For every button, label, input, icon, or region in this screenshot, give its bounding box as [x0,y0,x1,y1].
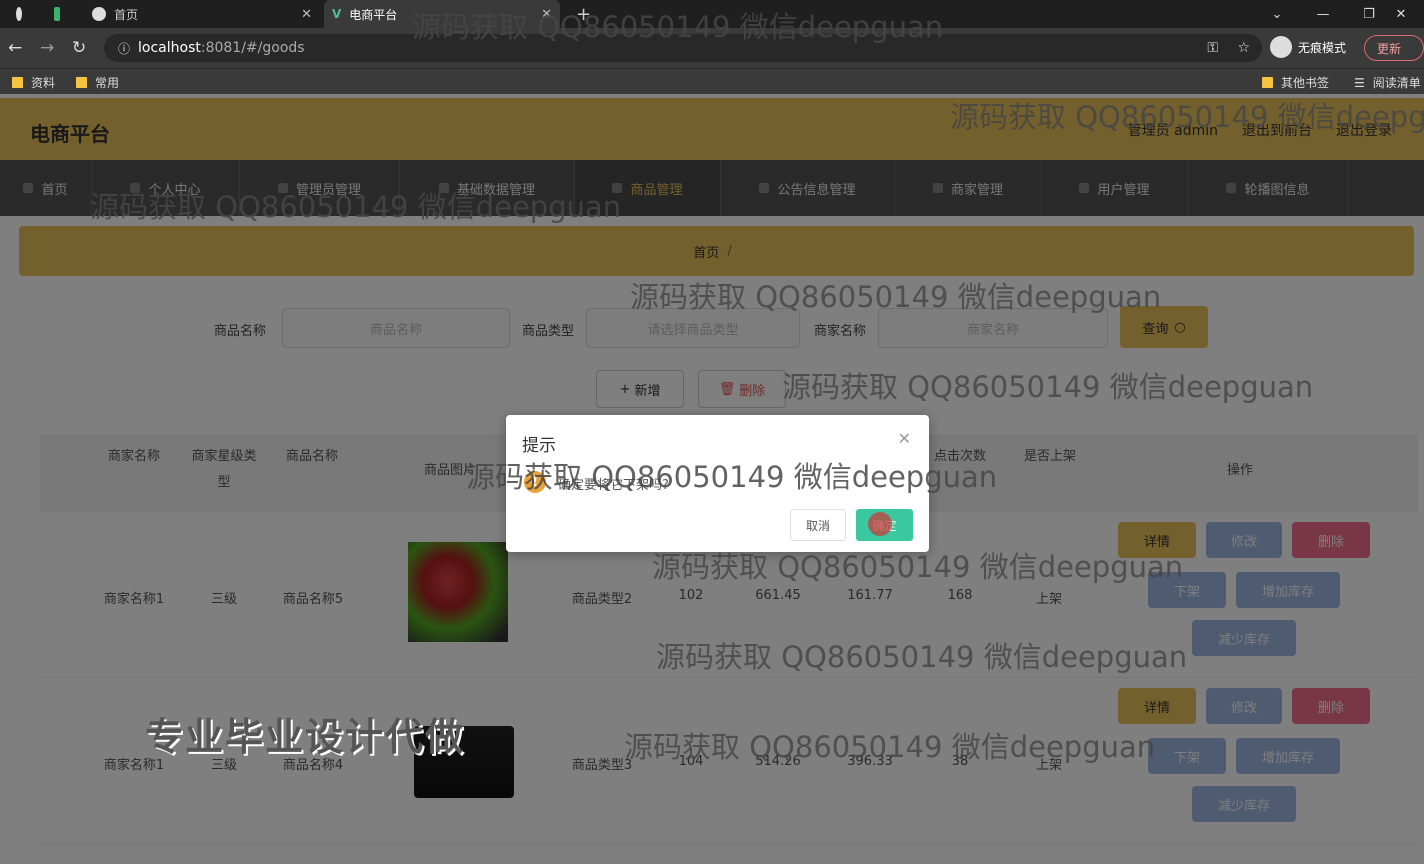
back-icon[interactable]: ← [8,38,22,58]
bookmarks-bar: 资料 常用 其他书签 ☰ 阅读清单 [0,68,1424,94]
tab-globe[interactable] [8,0,38,28]
tab-label: 电商平台 [349,7,398,22]
watermark: 源码获取 QQ86050149 微信deepguan [652,550,1184,584]
tab-label: 首页 [114,7,139,22]
bookmark-label: 资料 [31,76,56,90]
close-icon[interactable]: ✕ [898,429,911,448]
dialog-title: 提示 [522,436,556,456]
chevron-down-icon[interactable]: ⌄ [1254,0,1300,28]
reading-list[interactable]: ☰ 阅读清单 [1354,74,1421,91]
update-label: 更新 [1377,41,1402,56]
info-icon: ⓘ [118,41,131,56]
globe-icon [16,7,22,21]
star-icon[interactable]: ☆ [1237,40,1250,56]
incognito-label: 无痕模式 [1298,40,1347,55]
minimize-icon[interactable]: — [1300,0,1346,28]
bookmark-label: 阅读清单 [1372,76,1421,90]
vue-icon: V [332,7,342,21]
bookmark-item[interactable]: 常用 [76,74,119,91]
incognito-badge[interactable]: 无痕模式 [1270,36,1346,58]
tab-app[interactable] [46,0,76,28]
mouse-cursor [868,512,892,536]
bookmark-item[interactable]: 其他书签 [1262,74,1329,91]
incognito-icon [1270,36,1292,58]
reload-icon[interactable]: ↻ [72,38,86,58]
globe-icon [92,7,106,21]
watermark: 源码获取 QQ86050149 微信deepguan [466,460,998,494]
watermark: 源码获取 QQ86050149 微信deepguan [624,730,1156,764]
app-icon [54,7,60,21]
folder-icon [76,77,87,88]
url-host: localhost [138,40,201,56]
banner-watermark: 专业毕业设计代做 [145,715,466,759]
watermark: 源码获取 QQ86050149 微信deepguan [782,370,1314,404]
url-path: :8081/#/goods [200,40,305,56]
cancel-label: 取消 [805,518,830,533]
folder-icon [12,77,23,88]
folder-icon [1262,77,1273,88]
watermark: 源码获取 QQ86050149 微信deepguan [630,280,1162,314]
forward-icon[interactable]: → [40,38,54,58]
reading-list-icon: ☰ [1354,75,1365,90]
bookmark-label: 其他书签 [1281,76,1330,90]
bookmark-label: 常用 [95,76,120,90]
watermark: 源码获取 QQ86050149 微信deepguan [656,640,1188,674]
watermark: 源码获取 QQ86050149 微信deepguan [90,190,622,224]
update-button[interactable]: 更新 [1364,35,1424,61]
bookmark-item[interactable]: 资料 [12,74,55,91]
watermark: 源码获取 QQ86050149 微信deepguan [412,10,944,44]
watermark: 源码获取 QQ86050149 微信deepguan [950,100,1424,134]
cancel-button[interactable]: 取消 [790,509,846,541]
close-window-icon[interactable]: ✕ [1378,0,1424,28]
close-icon[interactable]: ✕ [301,7,312,22]
key-icon[interactable]: ⚿ [1207,40,1218,56]
tab-home[interactable]: 首页 ✕ [84,0,320,28]
